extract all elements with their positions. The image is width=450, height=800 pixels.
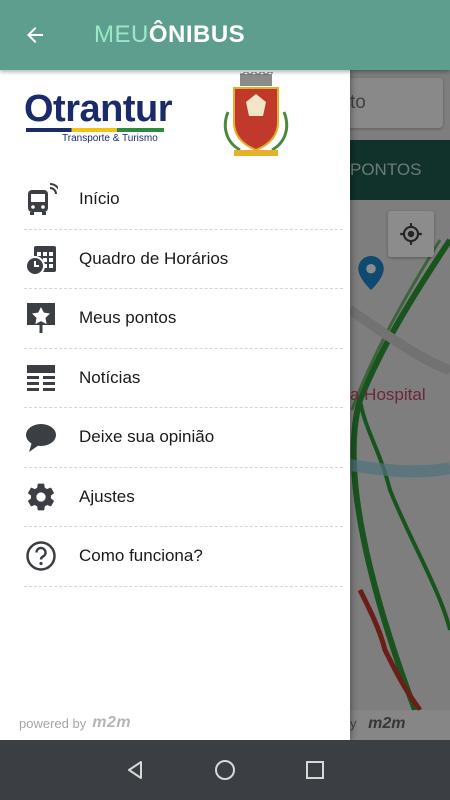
powered-by: powered by m2m [19, 714, 131, 732]
menu-item-quadro-de-horarios[interactable]: Quadro de Horários [24, 230, 343, 289]
drawer-menu: Início Quadro de Horários Meus pontos No… [0, 170, 350, 587]
menu-item-inicio[interactable]: Início [24, 170, 343, 230]
arrow-left-icon [27, 27, 43, 43]
nav-recents-button[interactable] [295, 750, 335, 790]
help-icon [24, 539, 58, 573]
back-button[interactable] [0, 0, 70, 70]
menu-item-ajustes[interactable]: Ajustes [24, 468, 343, 527]
circle-home-icon [215, 760, 235, 780]
app-logo-bold: ÔNIBUS [148, 21, 246, 48]
menu-item-meus-pontos[interactable]: Meus pontos [24, 289, 343, 349]
gear-icon [24, 480, 58, 514]
city-crest-icon [223, 72, 289, 156]
star-stop-icon [24, 301, 58, 335]
nav-home-button[interactable] [205, 750, 245, 790]
system-nav-bar [0, 740, 450, 800]
menu-item-label: Como funciona? [79, 546, 203, 566]
triangle-back-icon [128, 761, 142, 779]
app-bar: MEUÔNIBUS [0, 0, 450, 70]
news-icon [24, 361, 58, 395]
powered-by-text: powered by [19, 715, 87, 731]
menu-item-label: Quadro de Horários [79, 248, 229, 268]
menu-item-label: Notícias [79, 367, 141, 387]
company-subtitle: Transporte & Turismo [62, 133, 158, 144]
menu-item-noticias[interactable]: Notícias [24, 349, 343, 408]
app-logo-light: MEU [94, 21, 149, 48]
bus-icon [24, 182, 58, 216]
schedule-icon [24, 242, 58, 276]
drawer-header: Otrantur Transporte & Turismo [0, 70, 350, 170]
chat-bubble-icon [24, 420, 58, 454]
app-logo: MEUÔNIBUS [94, 21, 245, 49]
menu-item-label: Deixe sua opinião [79, 427, 215, 447]
menu-item-label: Meus pontos [79, 308, 177, 328]
menu-item-deixe-sua-opiniao[interactable]: Deixe sua opinião [24, 408, 343, 468]
square-recents-icon [306, 761, 324, 779]
m2m-logo: m2m [92, 714, 132, 731]
company-name: Otrantur [24, 88, 173, 130]
menu-item-label: Início [79, 189, 120, 209]
menu-item-como-funciona[interactable]: Como funciona? [24, 527, 343, 587]
nav-back-button[interactable] [115, 750, 155, 790]
company-logo: Otrantur Transporte & Turismo [24, 88, 173, 144]
navigation-drawer: Otrantur Transporte & Turismo Início Qua… [0, 70, 350, 740]
menu-item-label: Ajustes [79, 486, 135, 506]
